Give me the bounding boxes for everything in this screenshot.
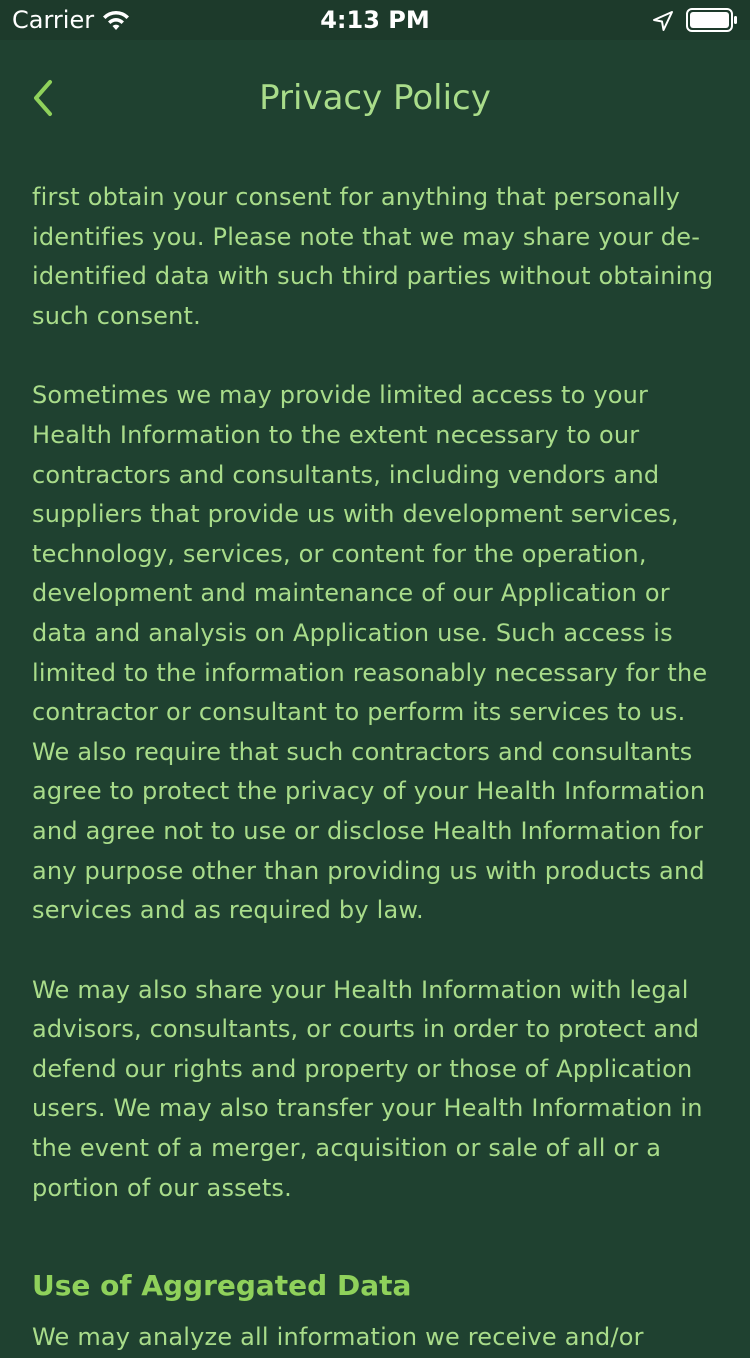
nav-bar: Privacy Policy (0, 40, 750, 160)
status-bar: Carrier 4:13 PM (0, 0, 750, 40)
status-time: 4:13 PM (320, 6, 430, 34)
policy-paragraph: Sometimes we may provide limited access … (32, 381, 708, 925)
section-heading: Use of Aggregated Data (32, 1269, 412, 1303)
battery-icon (686, 8, 738, 32)
policy-paragraph: first obtain your consent for anything t… (32, 183, 714, 330)
policy-content: first obtain your consent for anything t… (32, 178, 722, 1358)
policy-paragraph: We may also share your Health Informatio… (32, 975, 703, 1202)
location-arrow-icon (652, 10, 674, 32)
section-paragraph: We may analyze all information we receiv… (32, 1323, 644, 1352)
page-title: Privacy Policy (259, 78, 491, 118)
